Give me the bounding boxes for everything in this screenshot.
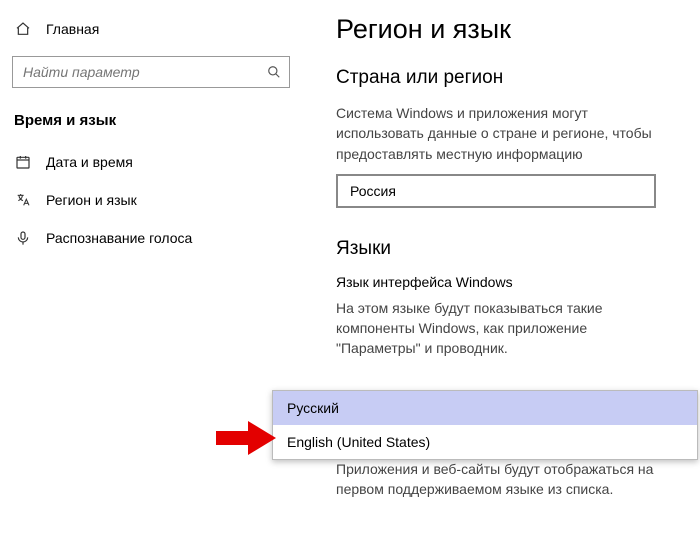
- home-icon: [14, 20, 32, 38]
- region-heading: Страна или регион: [336, 67, 676, 89]
- region-select-value: Россия: [350, 183, 396, 199]
- search-box[interactable]: [12, 56, 290, 88]
- sidebar-item-region-language[interactable]: Регион и язык: [0, 181, 302, 219]
- display-language-label: Язык интерфейса Windows: [336, 274, 676, 290]
- annotation-arrow-icon: [216, 421, 276, 455]
- sidebar-item-date-time[interactable]: Дата и время: [0, 143, 302, 181]
- sidebar-item-label: Распознавание голоса: [46, 230, 192, 246]
- region-description: Система Windows и приложения могут испол…: [336, 103, 666, 164]
- languages-heading: Языки: [336, 238, 676, 260]
- dropdown-option-label: Русский: [287, 400, 339, 416]
- microphone-icon: [14, 229, 32, 247]
- dropdown-option-russian[interactable]: Русский: [273, 391, 697, 425]
- sidebar-item-speech[interactable]: Распознавание голоса: [0, 219, 302, 257]
- dropdown-option-english-us[interactable]: English (United States): [273, 425, 697, 459]
- calendar-icon: [14, 153, 32, 171]
- display-language-dropdown[interactable]: Русский English (United States): [272, 390, 698, 460]
- search-container: [12, 56, 290, 88]
- preferred-languages-description: Приложения и веб-сайты будут отображатьс…: [336, 459, 666, 500]
- sidebar-section-header: Время и язык: [0, 106, 302, 143]
- home-link[interactable]: Главная: [0, 12, 302, 46]
- home-label: Главная: [46, 21, 99, 37]
- sidebar-item-label: Дата и время: [46, 154, 133, 170]
- display-language-description: На этом языке будут показываться такие к…: [336, 298, 666, 359]
- sidebar: Главная Время и язык: [0, 0, 302, 536]
- sidebar-item-label: Регион и язык: [46, 192, 137, 208]
- region-select[interactable]: Россия: [336, 174, 656, 208]
- page-title: Регион и язык: [336, 14, 676, 45]
- search-icon: [259, 65, 289, 79]
- language-icon: [14, 191, 32, 209]
- search-input[interactable]: [13, 64, 259, 80]
- dropdown-option-label: English (United States): [287, 434, 430, 450]
